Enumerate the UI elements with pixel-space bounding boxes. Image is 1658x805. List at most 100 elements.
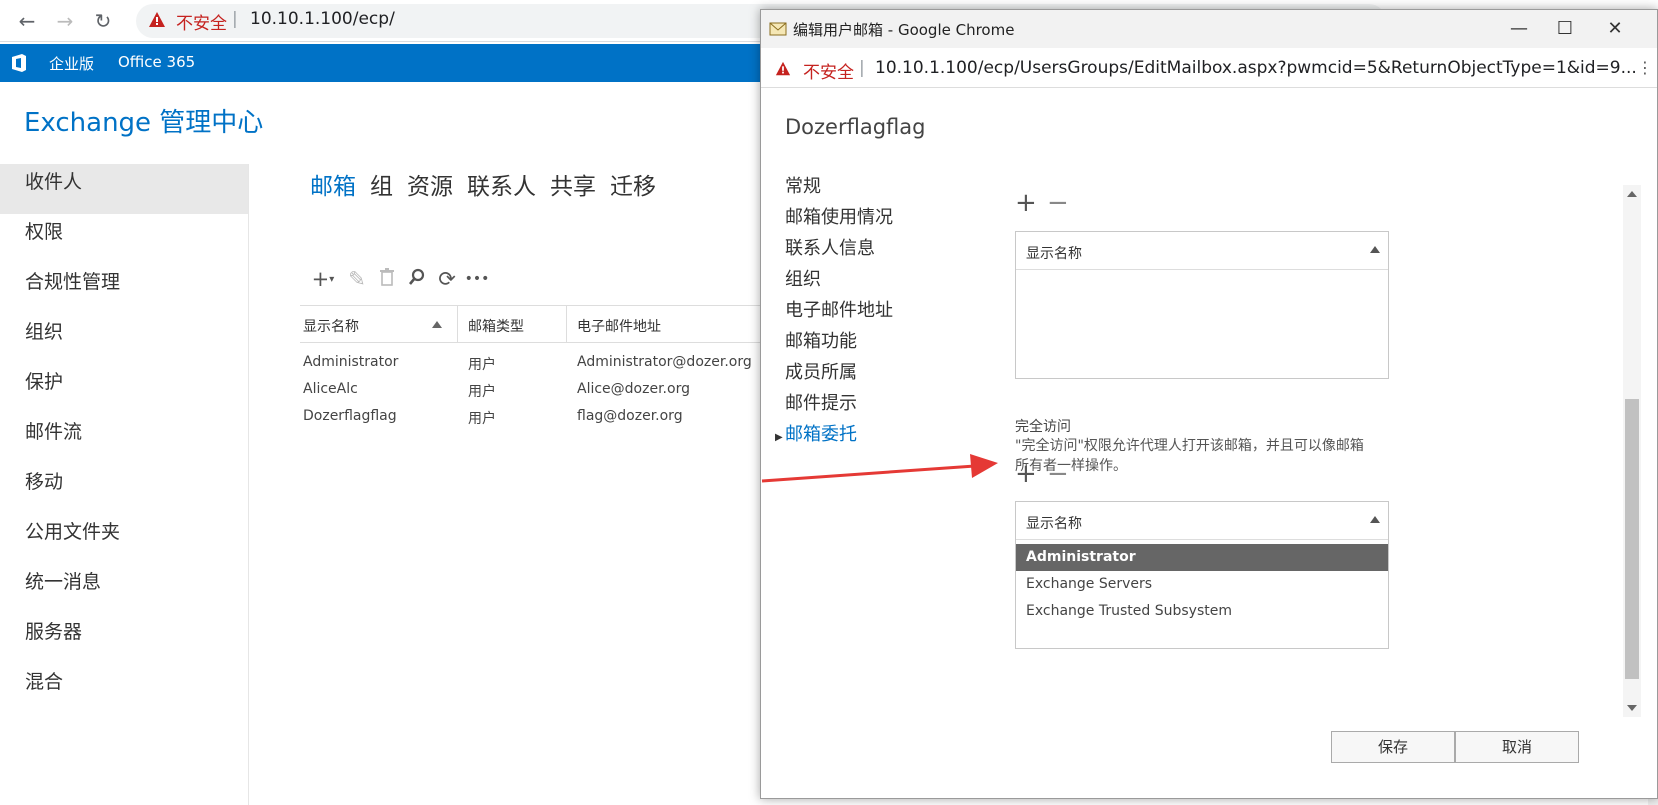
cell-email: Administrator@dozer.org <box>577 354 752 370</box>
edit-mailbox-window: 编辑用户邮箱 - Google Chrome — ☐ ✕ 不安全 | 10.10… <box>760 9 1658 799</box>
table-row[interactable]: AliceAlc 用户 Alice@dozer.org <box>300 375 760 402</box>
insecure-label: 不安全 <box>176 14 227 34</box>
add-icon[interactable]: + <box>1015 190 1047 216</box>
section-mailbox-usage[interactable]: 邮箱使用情况 <box>785 203 893 234</box>
nav-item-hybrid[interactable]: 混合 <box>0 664 248 714</box>
cell-email: flag@dozer.org <box>577 408 683 424</box>
tab-groups[interactable]: 组 <box>370 167 393 201</box>
url-separator: | <box>232 9 238 29</box>
scroll-thumb[interactable] <box>1625 399 1639 679</box>
full-access-list[interactable]: 显示名称 Administrator Exchange Servers Exch… <box>1015 501 1389 649</box>
search-icon[interactable] <box>402 266 432 292</box>
edition-label: 企业版 <box>49 55 95 73</box>
forward-icon[interactable]: → <box>52 8 78 34</box>
list-item[interactable]: Exchange Trusted Subsystem <box>1016 598 1388 625</box>
pencil-icon[interactable]: ✎ <box>342 266 372 292</box>
delegate-list-1[interactable]: 显示名称 <box>1015 231 1389 379</box>
reload-icon[interactable]: ↻ <box>90 8 116 34</box>
warning-icon <box>775 61 791 76</box>
column-mailbox-type[interactable]: 邮箱类型 <box>468 316 524 336</box>
table-row[interactable]: Dozerflagflag 用户 flag@dozer.org <box>300 402 760 429</box>
nav-item-mail-flow[interactable]: 邮件流 <box>0 414 248 464</box>
cell-display-name: Dozerflagflag <box>303 408 397 424</box>
kebab-menu-icon[interactable]: ⋮ <box>1637 58 1653 77</box>
back-icon[interactable]: ← <box>14 8 40 34</box>
nav-item-unified-messaging[interactable]: 统一消息 <box>0 564 248 614</box>
table-header: 显示名称 邮箱类型 电子邮件地址 <box>300 305 760 343</box>
list1-tools: + − <box>1015 190 1079 216</box>
product-label[interactable]: Office 365 <box>118 53 195 71</box>
office-logo-icon[interactable] <box>10 53 28 73</box>
nav-item-mobile[interactable]: 移动 <box>0 464 248 514</box>
trash-icon[interactable] <box>372 266 402 292</box>
cell-mailbox-type: 用户 <box>468 357 496 373</box>
section-mailbox-delegation[interactable]: 邮箱委托 <box>785 420 893 451</box>
nav-item-recipients[interactable]: 收件人 <box>0 164 248 214</box>
nav-item-compliance[interactable]: 合规性管理 <box>0 264 248 314</box>
left-nav: 收件人 权限 合规性管理 组织 保护 邮件流 移动 公用文件夹 统一消息 服务器… <box>0 164 248 714</box>
section-contact-info[interactable]: 联系人信息 <box>785 234 893 265</box>
nav-item-servers[interactable]: 服务器 <box>0 614 248 664</box>
scroll-down-icon[interactable] <box>1627 705 1637 711</box>
sort-asc-icon <box>1370 246 1380 253</box>
list-item[interactable]: Exchange Servers <box>1016 571 1388 598</box>
maximize-icon[interactable]: ☐ <box>1545 16 1585 42</box>
tab-shared[interactable]: 共享 <box>550 167 596 201</box>
section-mailtip[interactable]: 邮件提示 <box>785 389 893 420</box>
url-text[interactable]: 10.10.1.100/ecp/ <box>250 9 395 29</box>
nav-item-organization[interactable]: 组织 <box>0 314 248 364</box>
section-member-of[interactable]: 成员所属 <box>785 358 893 389</box>
remove-icon[interactable]: − <box>1047 190 1079 216</box>
cell-mailbox-type: 用户 <box>468 384 496 400</box>
nav-item-permissions[interactable]: 权限 <box>0 214 248 264</box>
more-icon[interactable]: ••• <box>462 266 492 292</box>
nav-item-public-folders[interactable]: 公用文件夹 <box>0 514 248 564</box>
save-button[interactable]: 保存 <box>1331 731 1455 763</box>
popup-url-text[interactable]: 10.10.1.100/ecp/UsersGroups/EditMailbox.… <box>875 58 1637 78</box>
page-title: Exchange 管理中心 <box>24 108 264 138</box>
popup-titlebar[interactable]: 编辑用户邮箱 - Google Chrome — ☐ ✕ <box>761 10 1657 48</box>
active-section-marker-icon: ▶ <box>775 432 783 443</box>
close-icon[interactable]: ✕ <box>1595 16 1635 42</box>
column-display-name[interactable]: 显示名称 <box>303 316 359 336</box>
section-general[interactable]: 常规 <box>785 172 893 203</box>
minimize-icon[interactable]: — <box>1499 16 1539 42</box>
nav-divider <box>248 164 249 805</box>
list-header[interactable]: 显示名称 <box>1016 232 1388 270</box>
cell-email: Alice@dozer.org <box>577 381 690 397</box>
cell-display-name: AliceAlc <box>303 381 358 397</box>
refresh-icon[interactable]: ⟳ <box>432 266 462 292</box>
popup-address-bar: 不安全 | 10.10.1.100/ecp/UsersGroups/EditMa… <box>761 48 1657 88</box>
tab-mailboxes[interactable]: 邮箱 <box>310 167 356 201</box>
cancel-button[interactable]: 取消 <box>1455 731 1579 763</box>
section-organization[interactable]: 组织 <box>785 265 893 296</box>
nav-item-protection[interactable]: 保护 <box>0 364 248 414</box>
warning-icon <box>149 12 165 27</box>
add-icon[interactable]: + <box>1015 461 1047 487</box>
section-email-address[interactable]: 电子邮件地址 <box>785 296 893 327</box>
column-display-name: 显示名称 <box>1026 246 1082 262</box>
cell-mailbox-type: 用户 <box>468 411 496 427</box>
popup-scrollbar[interactable] <box>1623 185 1641 717</box>
tab-resources[interactable]: 资源 <box>407 167 453 201</box>
section-nav: 常规 邮箱使用情况 联系人信息 组织 电子邮件地址 邮箱功能 成员所属 邮件提示… <box>785 172 893 451</box>
full-access-title: 完全访问 <box>1015 419 1071 435</box>
column-email-address[interactable]: 电子邮件地址 <box>577 316 661 336</box>
table-row[interactable]: Administrator 用户 Administrator@dozer.org <box>300 348 760 375</box>
sort-asc-icon <box>432 321 442 328</box>
tab-migration[interactable]: 迁移 <box>610 167 656 201</box>
popup-title: 编辑用户邮箱 - Google Chrome <box>793 21 1015 39</box>
add-icon[interactable]: +▾ <box>304 266 342 292</box>
tab-contacts[interactable]: 联系人 <box>467 167 536 201</box>
column-display-name: 显示名称 <box>1026 516 1082 532</box>
sort-asc-icon <box>1370 516 1380 523</box>
cell-display-name: Administrator <box>303 354 399 370</box>
section-mailbox-features[interactable]: 邮箱功能 <box>785 327 893 358</box>
list-item[interactable]: Administrator <box>1016 544 1388 571</box>
list2-tools: + − <box>1015 461 1079 487</box>
remove-icon[interactable]: − <box>1047 461 1079 487</box>
insecure-label: 不安全 <box>803 63 854 83</box>
mailbox-envelope-icon <box>769 22 787 36</box>
scroll-up-icon[interactable] <box>1627 191 1637 197</box>
list-header[interactable]: 显示名称 <box>1016 502 1388 540</box>
